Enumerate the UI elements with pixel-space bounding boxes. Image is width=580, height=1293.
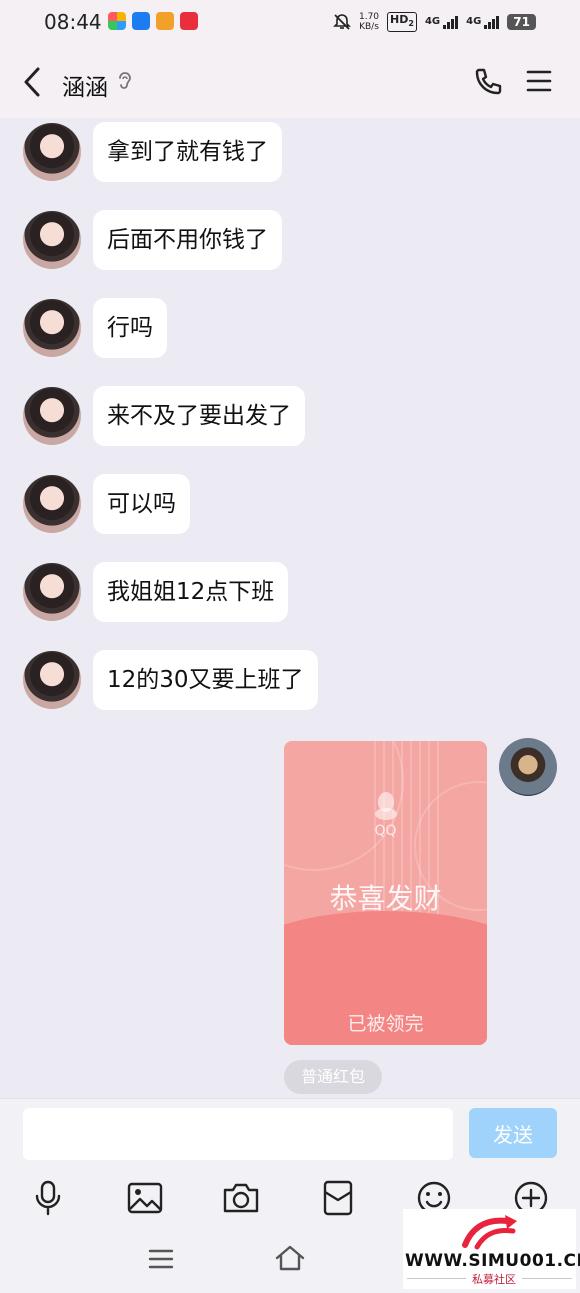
message-row: 来不及了要出发了 <box>23 386 305 446</box>
contact-avatar[interactable] <box>23 211 81 269</box>
red-packet-status: 已被领完 <box>347 1013 424 1035</box>
microphone-icon <box>35 1180 61 1216</box>
message-row: 后面不用你钱了 <box>23 210 282 270</box>
message-bubble[interactable]: 来不及了要出发了 <box>93 386 305 446</box>
contact-avatar[interactable] <box>23 475 81 533</box>
watermark-subtitle: 私募社区 <box>466 1271 522 1287</box>
chat-header: 涵涵 <box>0 46 580 118</box>
status-app-icons <box>108 12 198 30</box>
message-bubble[interactable]: 可以吗 <box>93 474 190 534</box>
message-row: 行吗 <box>23 298 167 358</box>
red-packet-title: 恭喜发财 <box>329 882 442 915</box>
camera-icon <box>223 1183 259 1213</box>
hamburger-menu-icon <box>526 70 552 92</box>
hd-sub: 2 <box>408 19 414 29</box>
battery-level: 71 <box>513 15 530 30</box>
signal-1-icon: 4G <box>424 15 459 29</box>
contact-avatar[interactable] <box>23 123 81 181</box>
home-icon <box>275 1245 305 1271</box>
battery-icon: 71 <box>507 14 536 31</box>
message-list[interactable]: 拿到了就有钱了 后面不用你钱了 行吗 来不及了要出发了 可以吗 我姐姐12点下班… <box>0 118 580 1098</box>
phone-icon <box>475 68 502 95</box>
signal-2-icon: 4G <box>466 15 500 29</box>
red-packet-button[interactable] <box>318 1178 358 1218</box>
mute-bell-icon <box>333 14 351 30</box>
message-bubble[interactable]: 我姐姐12点下班 <box>93 562 289 622</box>
image-button[interactable] <box>125 1178 165 1218</box>
menu-button[interactable] <box>526 68 552 98</box>
image-icon <box>127 1182 163 1214</box>
message-row: 12的30又要上班了 <box>23 650 318 710</box>
hd-label: HD <box>390 13 409 26</box>
home-button[interactable] <box>274 1244 306 1276</box>
app-icon-pinwheel <box>108 12 126 30</box>
app-icon-shop <box>180 12 198 30</box>
input-bar: 发送 <box>0 1098 580 1164</box>
red-packet-type-tag: 普通红包 <box>284 1060 382 1094</box>
chevron-left-icon <box>24 67 40 97</box>
recents-button[interactable] <box>148 1248 174 1274</box>
net1-label: 4G <box>424 15 441 27</box>
contact-avatar[interactable] <box>23 387 81 445</box>
speed-unit: KB/s <box>359 22 379 33</box>
network-speed: 1.70 KB/s <box>359 12 379 32</box>
speed-value: 1.70 <box>358 12 380 23</box>
contact-avatar[interactable] <box>23 651 81 709</box>
watermark: WWW.SIMU001.CN 私募社区 <box>403 1209 580 1289</box>
camera-button[interactable] <box>221 1178 261 1218</box>
message-row: 可以吗 <box>23 474 190 534</box>
message-bubble[interactable]: 后面不用你钱了 <box>93 210 282 270</box>
net2-label: 4G <box>466 15 482 27</box>
status-right: 1.70 KB/s HD2 4G 4G 71 <box>333 12 536 33</box>
hd-badge: HD2 <box>387 12 417 33</box>
message-row: 拿到了就有钱了 <box>23 122 282 182</box>
recents-menu-icon <box>148 1249 174 1269</box>
watermark-url: WWW.SIMU001.CN <box>405 1251 580 1271</box>
message-bubble[interactable]: 行吗 <box>93 298 167 358</box>
watermark-logo <box>461 1213 521 1255</box>
qq-penguin-icon <box>284 791 487 825</box>
message-bubble[interactable]: 12的30又要上班了 <box>93 650 318 710</box>
earpiece-mode-icon[interactable] <box>116 70 134 96</box>
status-time: 08:44 <box>44 10 102 34</box>
red-packet-brand: QQ <box>374 823 397 839</box>
back-button[interactable] <box>18 66 48 98</box>
message-input[interactable] <box>23 1108 453 1160</box>
my-avatar[interactable] <box>499 738 557 796</box>
phone-call-button[interactable] <box>472 66 504 102</box>
contact-avatar[interactable] <box>23 563 81 621</box>
contact-avatar[interactable] <box>23 299 81 357</box>
send-button[interactable]: 发送 <box>469 1108 557 1158</box>
message-row: 我姐姐12点下班 <box>23 562 289 622</box>
app-icon-game <box>156 12 174 30</box>
red-packet-icon <box>323 1180 353 1216</box>
status-bar: 08:44 1.70 KB/s HD2 4G 4G 71 <box>0 0 580 46</box>
app-icon-zhihu <box>132 12 150 30</box>
chat-title: 涵涵 <box>62 75 108 101</box>
red-packet-card[interactable]: QQ 恭喜发财 已被领完 <box>284 741 487 1045</box>
message-bubble[interactable]: 拿到了就有钱了 <box>93 122 282 182</box>
voice-button[interactable] <box>28 1178 68 1218</box>
